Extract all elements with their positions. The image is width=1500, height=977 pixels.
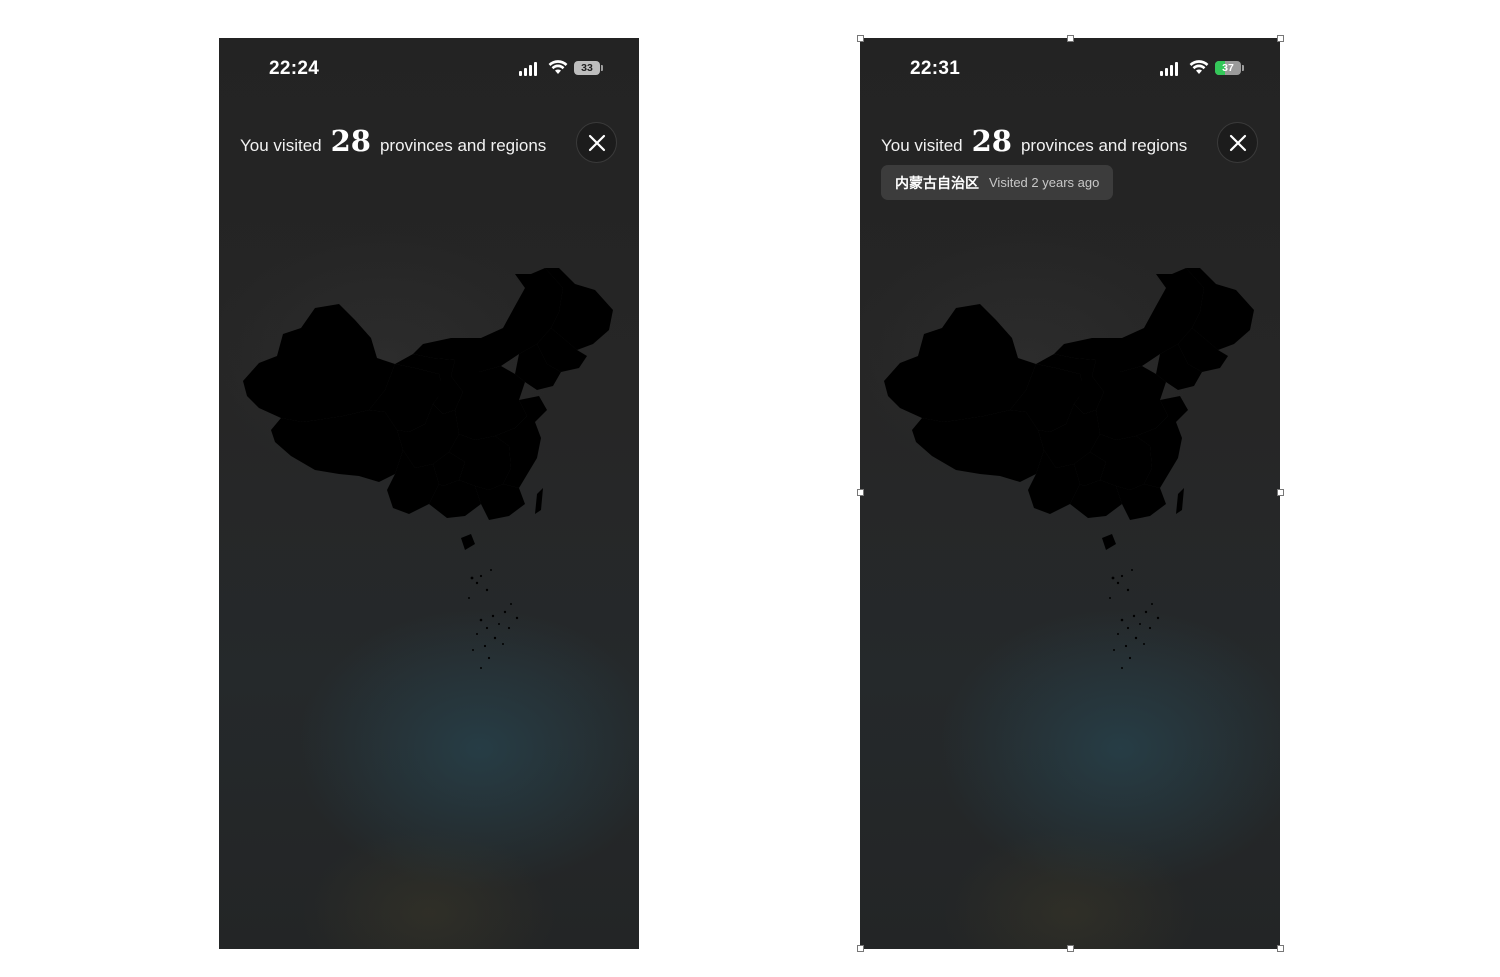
resize-handle[interactable] (857, 489, 864, 496)
close-button[interactable] (1217, 122, 1258, 163)
china-map: #phone-left .v { fill:#2c7a3e; stroke:#4… (243, 268, 613, 669)
close-button[interactable] (576, 122, 617, 163)
visited-headline: You visited 28 provinces and regions (240, 124, 546, 158)
status-time: 22:24 (269, 58, 320, 79)
status-time: 22:31 (910, 58, 961, 79)
headline-prefix: You visited (881, 136, 963, 155)
phone-screen-left: #phone-left .v { fill:#2c7a3e; stroke:#4… (219, 38, 639, 949)
battery-icon: 37 (1215, 61, 1244, 75)
battery-level: 37 (1222, 62, 1234, 74)
close-icon (1229, 134, 1246, 151)
resize-handle[interactable] (1067, 35, 1074, 42)
resize-handle[interactable] (1277, 945, 1284, 952)
headline-prefix: You visited (240, 136, 322, 155)
region-tooltip: 内蒙古自治区 Visited 2 years ago (881, 165, 1114, 200)
phone-screen-right: #phone-right .v { fill:#2a6e3a; stroke:#… (860, 38, 1280, 949)
visited-count: 28 (330, 124, 371, 158)
resize-handle[interactable] (857, 945, 864, 952)
signal-icon (1160, 62, 1182, 76)
tooltip-visited-time: Visited 2 years ago (989, 175, 1100, 190)
wifi-icon (548, 60, 568, 74)
headline-suffix: provinces and regions (1020, 136, 1188, 155)
headline-suffix: provinces and regions (379, 136, 547, 155)
signal-icon (519, 62, 541, 76)
battery-icon: 33 (574, 61, 603, 75)
close-icon (588, 134, 605, 151)
visited-headline: You visited 28 provinces and regions (881, 124, 1187, 158)
tooltip-region-name: 内蒙古自治区 (895, 175, 979, 192)
resize-handle[interactable] (857, 35, 864, 42)
wifi-icon (1189, 60, 1209, 74)
resize-handle[interactable] (1067, 945, 1074, 952)
resize-handle[interactable] (1277, 35, 1284, 42)
visited-count: 28 (971, 124, 1012, 158)
resize-handle[interactable] (1277, 489, 1284, 496)
